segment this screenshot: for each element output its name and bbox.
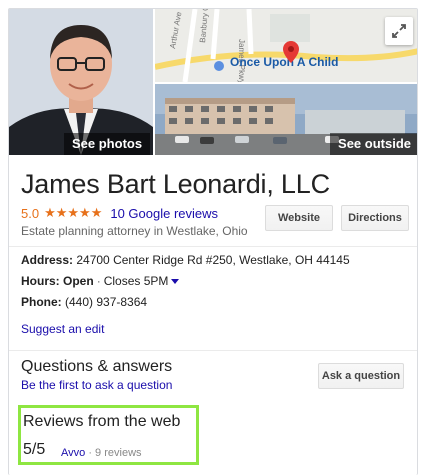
- suggest-edit-link[interactable]: Suggest an edit: [21, 322, 104, 336]
- address-value[interactable]: 24700 Center Ridge Rd #250, Westlake, OH…: [76, 253, 349, 267]
- hours-label: Hours:: [21, 274, 60, 288]
- directions-button[interactable]: Directions: [341, 205, 409, 231]
- expand-icon: [392, 24, 406, 38]
- see-outside-button[interactable]: See outside: [330, 133, 417, 155]
- phone-label: Phone:: [21, 295, 62, 309]
- location-pin-icon: [283, 41, 299, 63]
- chevron-down-icon[interactable]: [171, 279, 180, 285]
- rating-row: 5.0 ★★★★★ 10 Google reviews: [21, 205, 218, 221]
- business-category: Estate planning attorney in Westlake, Oh…: [21, 224, 248, 238]
- star-rating-icon: ★★★★★: [44, 205, 103, 220]
- phone-value[interactable]: (440) 937-8364: [65, 295, 147, 309]
- photo-header: See photos Arthur Ave Banbury Ct James P…: [9, 9, 417, 155]
- see-photos-button[interactable]: See photos: [64, 133, 151, 155]
- divider: [9, 246, 417, 247]
- business-name: James Bart Leonardi, LLC: [21, 169, 330, 199]
- first-to-ask-link[interactable]: Be the first to ask a question: [21, 378, 172, 392]
- web-review-source: Avvo · 9 reviews: [61, 447, 142, 459]
- web-review-count: 9 reviews: [95, 447, 142, 459]
- google-reviews-link[interactable]: 10 Google reviews: [110, 206, 218, 221]
- qa-title: Questions & answers: [21, 358, 173, 375]
- profile-photo[interactable]: See photos: [9, 9, 153, 155]
- divider: [9, 350, 417, 351]
- store-pin-icon: [214, 61, 224, 71]
- rating-value: 5.0: [21, 205, 40, 221]
- expand-map-button[interactable]: [385, 17, 413, 45]
- address-label: Address:: [21, 253, 74, 267]
- map-thumbnail[interactable]: Arthur Ave Banbury Ct James Pkwy Once Up…: [155, 9, 417, 82]
- avvo-link[interactable]: Avvo: [61, 447, 85, 459]
- address-line: Address: 24700 Center Ridge Rd #250, Wes…: [21, 253, 350, 267]
- hours-closes[interactable]: Closes 5PM: [104, 274, 169, 288]
- hours-status: Open: [63, 274, 94, 288]
- outside-photo[interactable]: See outside: [155, 84, 417, 155]
- phone-line: Phone: (440) 937-8364: [21, 295, 147, 309]
- ask-question-button[interactable]: Ask a question: [318, 363, 404, 389]
- website-button[interactable]: Website: [265, 205, 333, 231]
- web-review-score: 5/5: [23, 441, 46, 458]
- web-reviews-title: Reviews from the web: [23, 413, 181, 430]
- knowledge-panel: See photos Arthur Ave Banbury Ct James P…: [8, 8, 418, 475]
- hours-line: Hours: Open · Closes 5PM: [21, 274, 180, 288]
